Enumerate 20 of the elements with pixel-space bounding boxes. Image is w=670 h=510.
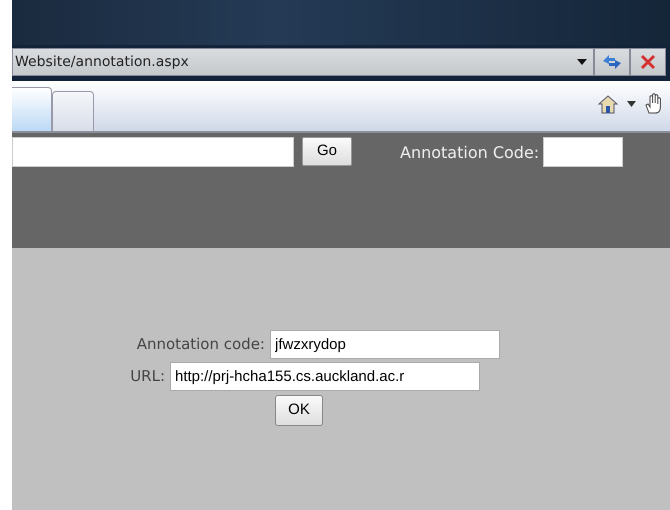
field-label: Annotation code: (136, 334, 265, 356)
field-label: Annotation Code: (400, 142, 540, 164)
ok-button[interactable]: OK (275, 395, 323, 426)
go-button[interactable]: Go (302, 137, 352, 166)
new-tab-button[interactable] (52, 91, 94, 131)
field-label: URL: (129, 366, 165, 388)
dropdown-icon[interactable] (627, 101, 636, 107)
home-icon[interactable] (597, 94, 619, 114)
dropdown-icon[interactable] (577, 59, 587, 65)
address-bar[interactable]: Website/annotation.aspx (12, 48, 594, 76)
url-field[interactable]: http://prj-hcha155.cs.auckland.ac.r (170, 362, 480, 391)
hand-icon[interactable] (644, 93, 664, 115)
annotation-code-field[interactable] (543, 137, 624, 167)
browser-tab[interactable] (12, 87, 52, 131)
close-icon (640, 54, 656, 70)
annotation-code-field[interactable]: jfwzxrydop (270, 330, 500, 359)
stop-button[interactable] (630, 48, 666, 76)
refresh-button[interactable] (594, 48, 630, 76)
url-text: Website/annotation.aspx (15, 52, 190, 72)
search-field[interactable] (12, 137, 294, 167)
